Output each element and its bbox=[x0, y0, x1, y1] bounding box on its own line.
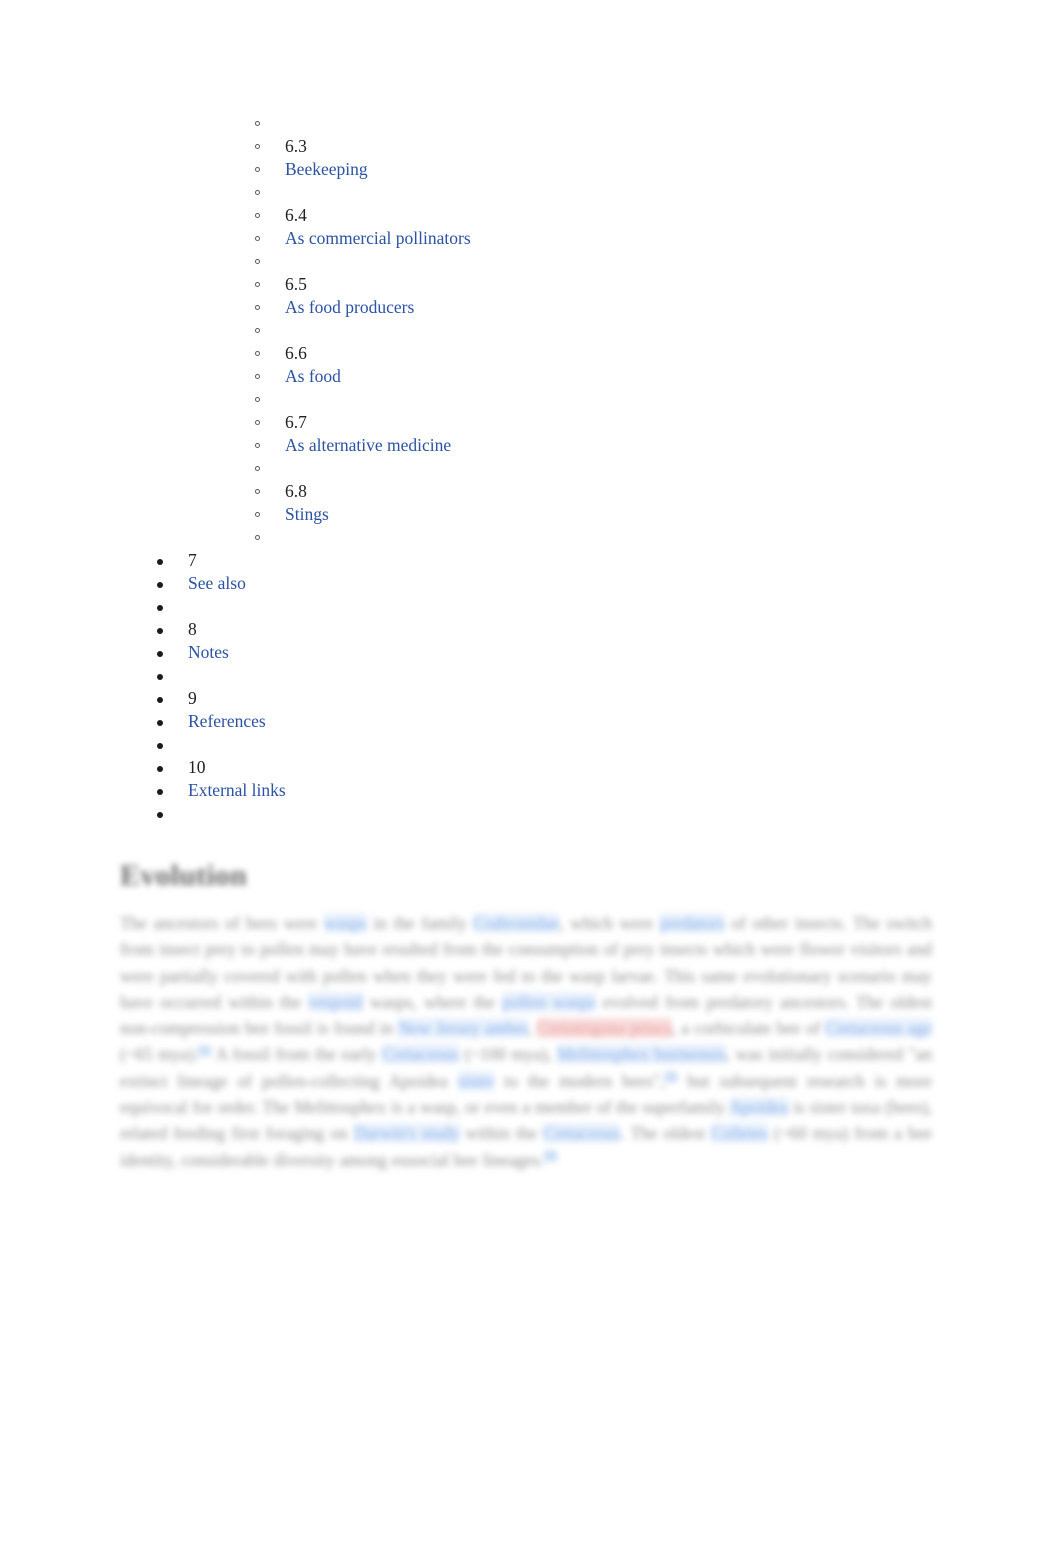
toc-section-number: 6.4 bbox=[285, 205, 307, 225]
toc-spacer-row bbox=[0, 526, 1062, 549]
toc-section-number: 10 bbox=[188, 757, 206, 777]
paragraph-text: within the bbox=[459, 1123, 544, 1144]
toc-link[interactable]: As food producers bbox=[285, 297, 414, 317]
toc-number-row: 6.7 bbox=[0, 411, 1062, 434]
toc-link[interactable]: See also bbox=[188, 573, 246, 593]
article-link[interactable]: sister bbox=[457, 1070, 495, 1091]
toc-link[interactable]: As alternative medicine bbox=[285, 435, 451, 455]
toc-number-row: 9 bbox=[0, 687, 1062, 710]
toc-link[interactable]: As commercial pollinators bbox=[285, 228, 471, 248]
toc-link[interactable]: External links bbox=[188, 780, 286, 800]
article-link[interactable]: Crabronidae bbox=[473, 913, 560, 933]
toc-section-number: 6.6 bbox=[285, 343, 307, 363]
paragraph-text: to the modern bees", bbox=[494, 1070, 665, 1091]
section-heading-evolution: Evolution bbox=[120, 859, 247, 892]
toc-link[interactable]: As food bbox=[285, 366, 341, 386]
article-link[interactable]: predators bbox=[660, 913, 725, 933]
toc-link-row[interactable]: External links bbox=[0, 779, 1062, 802]
citation-link[interactable]: [1] bbox=[198, 1044, 211, 1057]
paragraph-text: (~100 mya), bbox=[459, 1044, 558, 1065]
toc-number-row: 6.6 bbox=[0, 342, 1062, 365]
citation-superscript: [3] bbox=[543, 1147, 557, 1163]
article-paragraph: The ancestors of bees were wasps in the … bbox=[120, 910, 932, 1173]
paragraph-text: . The oldest bbox=[620, 1123, 712, 1144]
toc-link-row[interactable]: Beekeeping bbox=[0, 158, 1062, 181]
table-of-contents: 6.3 Beekeeping 6.4 As commercial pollinato… bbox=[0, 112, 1062, 825]
toc-link[interactable]: Stings bbox=[285, 504, 329, 524]
article-link[interactable]: Melittosphex burmensis bbox=[557, 1044, 726, 1065]
toc-number-row: 10 bbox=[0, 756, 1062, 779]
paragraph-text: A fossil from the early bbox=[210, 1044, 382, 1065]
article-link[interactable]: Darwin's study bbox=[353, 1123, 460, 1144]
toc-number-row: 8 bbox=[0, 618, 1062, 641]
article-link[interactable]: New Jersey amber bbox=[398, 1018, 528, 1039]
toc-link-row[interactable]: As food bbox=[0, 365, 1062, 388]
toc-section-number: 6.8 bbox=[285, 481, 307, 501]
article-link-missing-page[interactable]: Cretotrigona prisca bbox=[537, 1018, 672, 1039]
toc-link[interactable]: Notes bbox=[188, 642, 229, 662]
paragraph-text: , a corbiculate bee of bbox=[671, 1018, 826, 1039]
toc-section-number: 6.5 bbox=[285, 274, 307, 294]
article-link[interactable]: vespoid bbox=[308, 991, 363, 1012]
article-link[interactable]: Apoidea bbox=[729, 1097, 789, 1118]
toc-spacer-row bbox=[0, 181, 1062, 204]
toc-spacer-row bbox=[0, 457, 1062, 480]
paragraph-text: wasps, where the bbox=[362, 991, 503, 1012]
article-link[interactable]: Colletes bbox=[711, 1123, 769, 1144]
blurred-content-wrapper: Evolution The ancestors of bees were was… bbox=[120, 858, 932, 1173]
citation-link[interactable]: [3] bbox=[543, 1149, 557, 1162]
citation-link[interactable]: [2] bbox=[664, 1070, 678, 1083]
toc-section-number: 8 bbox=[188, 619, 197, 639]
article-link[interactable]: pollen wasps bbox=[502, 991, 596, 1012]
toc-number-row: 6.3 bbox=[0, 135, 1062, 158]
article-link[interactable]: Cretaceous bbox=[543, 1123, 621, 1144]
toc-number-row: 6.8 bbox=[0, 480, 1062, 503]
citation-superscript: [1] bbox=[198, 1042, 211, 1058]
toc-number-row: 6.4 bbox=[0, 204, 1062, 227]
toc-spacer-row bbox=[0, 802, 1062, 825]
toc-link[interactable]: References bbox=[188, 711, 266, 731]
toc-link-row[interactable]: As alternative medicine bbox=[0, 434, 1062, 457]
toc-link-row[interactable]: Notes bbox=[0, 641, 1062, 664]
paragraph-text: in the family bbox=[366, 913, 474, 933]
toc-section-number: 9 bbox=[188, 688, 197, 708]
paragraph-text: (~65 mya). bbox=[120, 1044, 199, 1065]
toc-number-row: 6.5 bbox=[0, 273, 1062, 296]
toc-spacer-row bbox=[0, 595, 1062, 618]
toc-section-number: 7 bbox=[188, 550, 197, 570]
article-link[interactable]: Cretaceous age bbox=[825, 1018, 932, 1039]
toc-link-row[interactable]: As food producers bbox=[0, 296, 1062, 319]
toc-spacer-row bbox=[0, 733, 1062, 756]
toc-list: 6.3 Beekeeping 6.4 As commercial pollinato… bbox=[0, 112, 1062, 825]
article-link[interactable]: wasps bbox=[324, 913, 367, 933]
toc-link-row[interactable]: As commercial pollinators bbox=[0, 227, 1062, 250]
toc-section-number: 6.3 bbox=[285, 136, 307, 156]
toc-section-number: 6.7 bbox=[285, 412, 307, 432]
toc-number-row: 7 bbox=[0, 549, 1062, 572]
toc-link-row[interactable]: References bbox=[0, 710, 1062, 733]
toc-spacer-row bbox=[0, 250, 1062, 273]
toc-link-row[interactable]: See also bbox=[0, 572, 1062, 595]
paragraph-text: , bbox=[527, 1018, 538, 1039]
paragraph-text: The ancestors of bees were bbox=[120, 913, 325, 933]
toc-spacer-row bbox=[0, 319, 1062, 342]
toc-link[interactable]: Beekeeping bbox=[285, 159, 368, 179]
document-page: 6.3 Beekeeping 6.4 As commercial pollinato… bbox=[0, 0, 1062, 1561]
toc-spacer-row bbox=[0, 664, 1062, 687]
toc-spacer-row bbox=[0, 112, 1062, 135]
article-link[interactable]: Cretaceous bbox=[381, 1044, 460, 1065]
article-body: Evolution The ancestors of bees were was… bbox=[120, 858, 932, 1173]
toc-spacer-row bbox=[0, 388, 1062, 411]
citation-superscript: [2] bbox=[664, 1068, 678, 1084]
toc-link-row[interactable]: Stings bbox=[0, 503, 1062, 526]
paragraph-text: , which were bbox=[559, 913, 661, 933]
